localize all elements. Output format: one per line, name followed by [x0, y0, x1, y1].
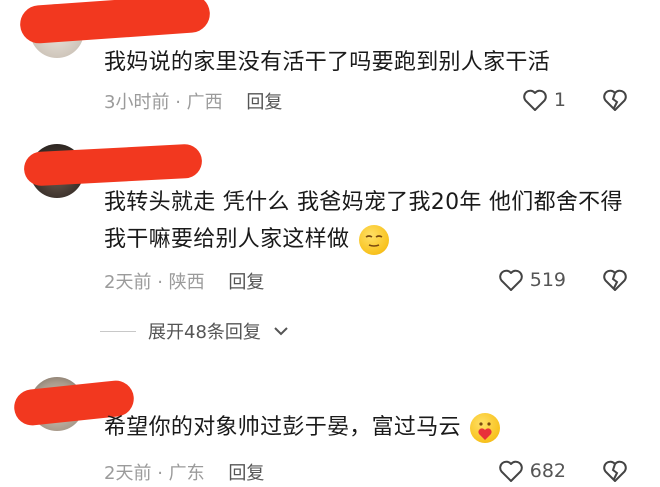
comment-location: 陕西 [168, 272, 205, 293]
broken-heart-icon [603, 460, 627, 482]
comment-meta: 2天前 · 广东 回复 [104, 463, 265, 484]
like-button[interactable]: 519 [498, 268, 566, 292]
expand-replies-label: 展开48条回复 [148, 322, 261, 343]
reply-button[interactable]: 回复 [228, 463, 264, 484]
expand-replies-button[interactable]: 展开48条回复 [100, 318, 289, 344]
comment-text: 希望你的对象帅过彭于晏，富过马云 [104, 409, 630, 446]
like-button[interactable]: 1 [522, 88, 566, 112]
redacted-username [18, 0, 212, 45]
chevron-down-icon [274, 327, 288, 336]
like-button[interactable]: 682 [498, 459, 566, 483]
comment-text: 我转头就走 凭什么 我爸妈宠了我20年 他们都舍不得 我干嘛要给别人家这样做 [104, 184, 630, 258]
broken-heart-icon [603, 269, 627, 291]
comment-item-1: 我妈说的家里没有活干了吗要跑到别人家干活 3小时前 · 广西 回复 1 [0, 0, 660, 130]
divider [100, 330, 136, 332]
comment-item-2: 我转头就走 凭什么 我爸妈宠了我20年 他们都舍不得 我干嘛要给别人家这样做 2… [0, 130, 660, 365]
smirk-emoji-icon [358, 225, 389, 255]
like-count: 682 [529, 460, 566, 482]
heart-outline-icon [498, 460, 523, 482]
comment-time: 2天前 [104, 463, 152, 484]
reply-button[interactable]: 回复 [228, 272, 264, 293]
comment-location: 广东 [168, 463, 205, 484]
like-count: 1 [553, 89, 566, 111]
broken-heart-icon [603, 89, 627, 111]
comment-meta: 2天前 · 陕西 回复 [104, 272, 265, 293]
comment-text: 我妈说的家里没有活干了吗要跑到别人家干活 [104, 50, 551, 75]
comment-item-3: 希望你的对象帅过彭于晏，富过马云 2天前 · 广东 回复 682 [0, 365, 660, 485]
dislike-button[interactable] [602, 459, 628, 487]
like-count: 519 [529, 269, 566, 291]
reply-button[interactable]: 回复 [246, 92, 282, 113]
dislike-button[interactable] [602, 268, 628, 296]
heart-hug-emoji-icon [470, 413, 501, 443]
heart-outline-icon [498, 269, 523, 291]
comment-meta: 3小时前 · 广西 回复 [104, 92, 283, 113]
comment-time: 2天前 [104, 272, 152, 293]
comment-location: 广西 [186, 92, 223, 113]
comment-time: 3小时前 [104, 92, 170, 113]
heart-outline-icon [523, 89, 547, 111]
dislike-button[interactable] [602, 88, 628, 116]
